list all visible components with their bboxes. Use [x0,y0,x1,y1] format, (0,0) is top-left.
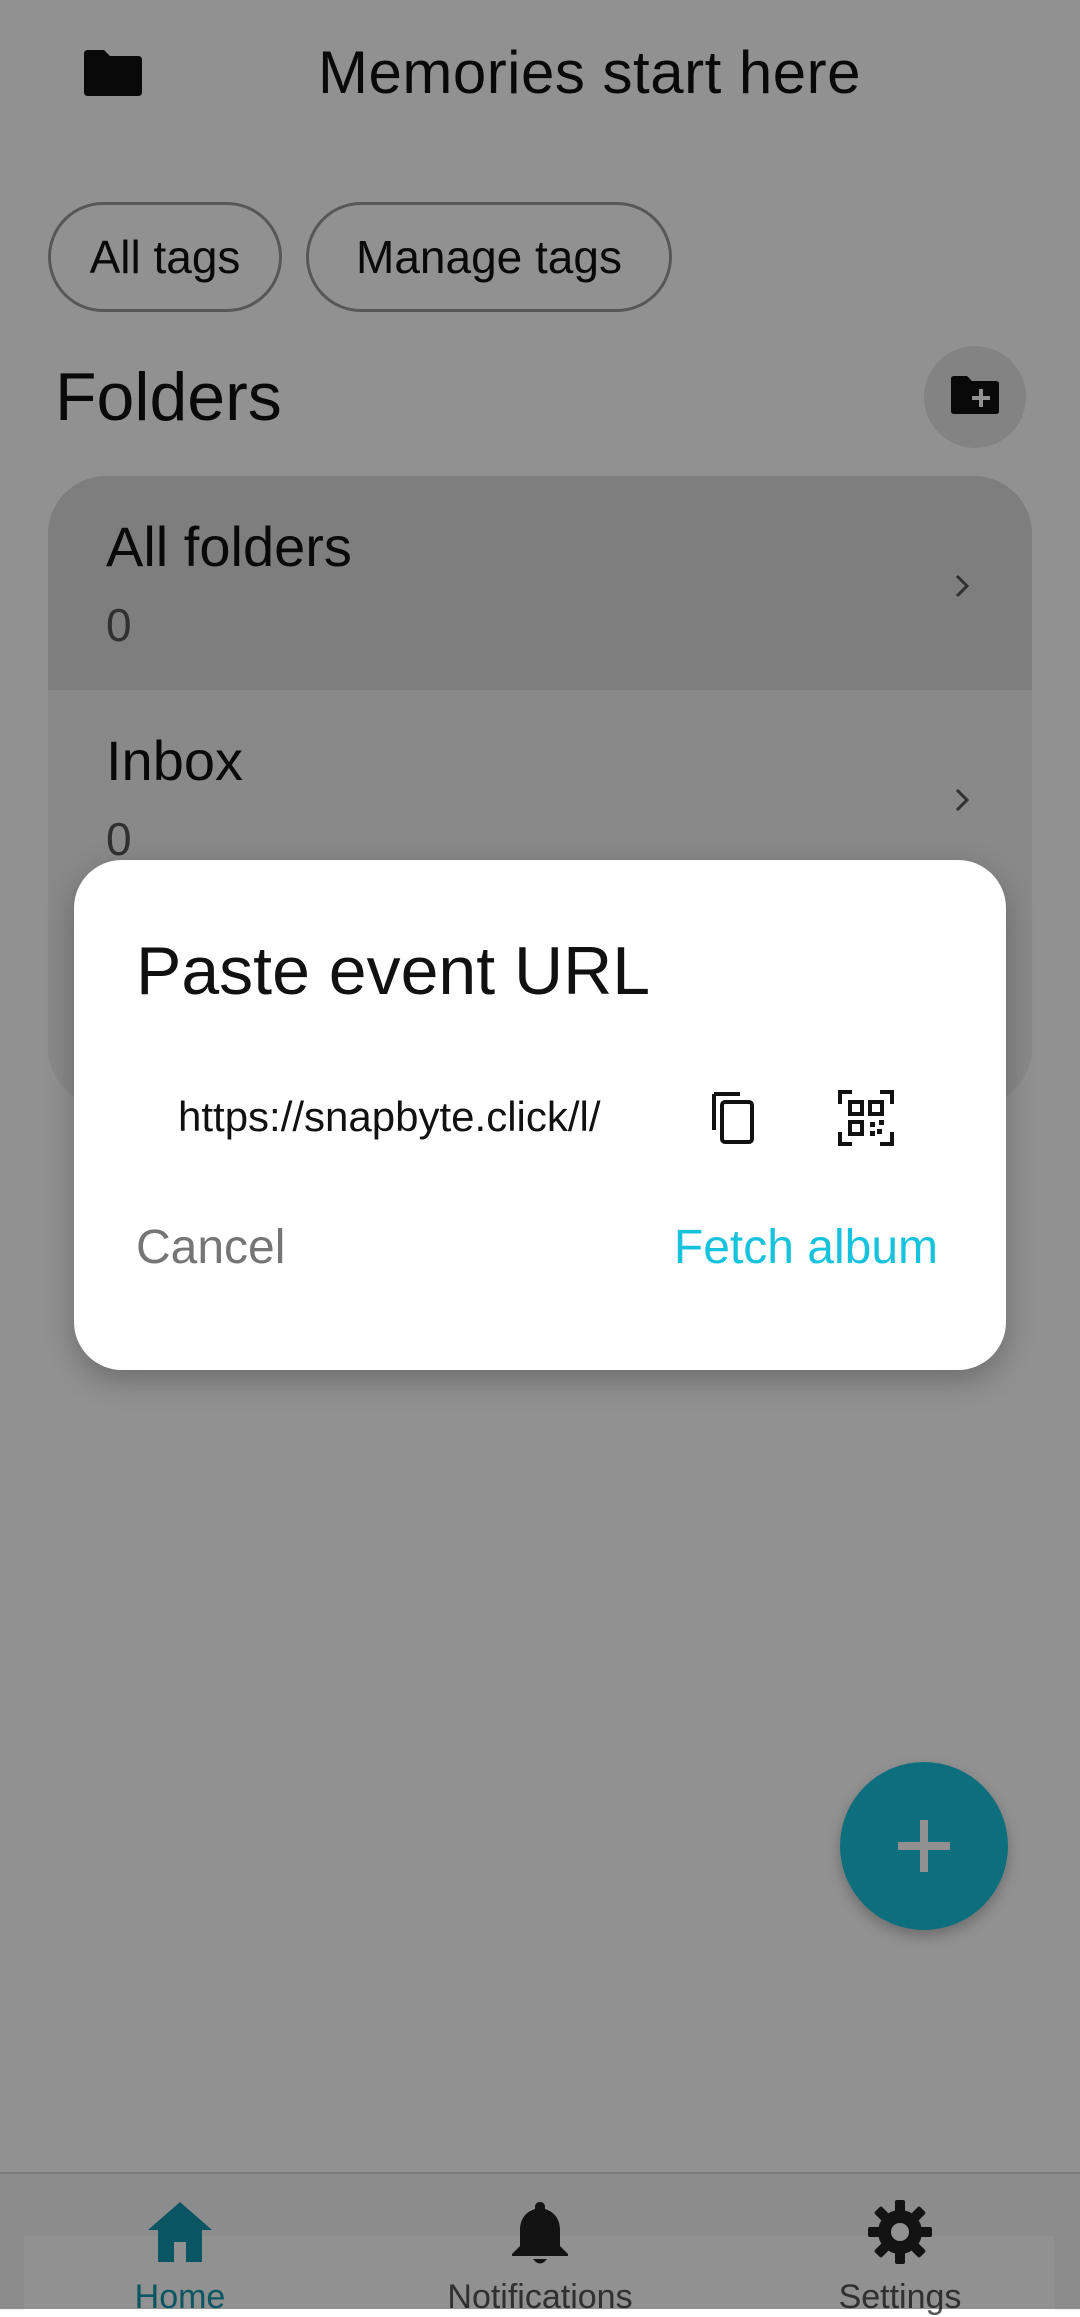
paste-button[interactable] [694,1078,774,1158]
dialog-title: Paste event URL [136,933,651,1009]
paste-url-dialog: Paste event URL https://snapbyte.click/l… [74,860,1006,1370]
fetch-album-button[interactable]: Fetch album [674,1220,938,1275]
event-url-input[interactable]: https://snapbyte.click/l/ [178,1082,718,1152]
scan-qr-button[interactable] [826,1078,906,1158]
cancel-button[interactable]: Cancel [136,1220,285,1275]
qr-scan-icon [838,1090,894,1146]
copy-icon [712,1092,754,1144]
